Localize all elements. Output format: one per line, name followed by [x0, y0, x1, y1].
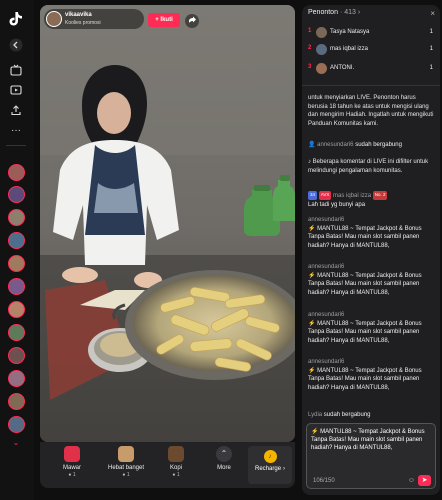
live-video[interactable]: vikaavika Koolies promosi + Ikuti — [40, 5, 295, 442]
chevron-right-icon: › — [357, 9, 361, 16]
coin-icon: ♪ — [263, 450, 277, 463]
chat-panel: Penonton · 413 › × 1 Tasya Natasya 1 2 m… — [302, 5, 440, 495]
coffee-icon — [168, 446, 184, 462]
followed-avatar[interactable] — [8, 416, 25, 433]
chat-input-text[interactable]: ⚡ MANTUL88 ~ Tempat Jackpot & Bonus Tanp… — [311, 428, 433, 452]
chat-username[interactable]: annesundari6 — [308, 264, 344, 270]
more-icon[interactable]: ··· — [8, 124, 24, 138]
join-message: 👤 annesundari6 sudah bergabung — [308, 142, 402, 148]
viewer-row[interactable]: 2 mas iqbal izza 1 — [308, 44, 433, 55]
followed-avatar[interactable] — [8, 347, 25, 364]
host-subtitle: Koolies promosi — [65, 20, 101, 26]
chat-message: annesundari6 ⚡ MANTUL88 ~ Tempat Jackpot… — [308, 359, 422, 391]
viewer-name: Tasya Natasya — [330, 29, 370, 35]
gift-bar: Mawar ● 1 Hebat banget ● 1 Kopi ● 1 ⌃ Mo… — [40, 442, 295, 488]
viewer-rank: 3 — [308, 64, 312, 70]
followed-avatar[interactable] — [8, 255, 25, 272]
chat-username[interactable]: annesundari6 — [317, 142, 353, 148]
host-name: vikaavika — [65, 12, 92, 18]
gift-hebat-banget[interactable]: Hebat banget ● 1 — [98, 446, 154, 486]
viewer-score: 1 — [429, 29, 433, 35]
viewers-title: Penonton — [308, 9, 338, 16]
chat-username[interactable]: mas iqbal izza — [333, 193, 371, 199]
gift-rose[interactable]: Mawar ● 1 — [44, 446, 100, 486]
teddy-icon — [118, 446, 134, 462]
viewer-name: ANTONI. — [330, 65, 355, 71]
followed-avatar[interactable] — [8, 232, 25, 249]
gift-label: More — [217, 465, 231, 471]
followed-avatar[interactable] — [8, 370, 25, 387]
char-counter: 106/150 — [313, 478, 335, 484]
gift-more[interactable]: ⌃ More — [196, 446, 252, 486]
close-icon[interactable]: × — [430, 9, 435, 18]
rank-badge: No. 2 — [372, 191, 388, 200]
gift-label: Hebat banget — [107, 465, 145, 471]
send-button[interactable]: ➤ — [418, 475, 431, 486]
chevron-down-icon[interactable]: ⌄ — [8, 436, 24, 450]
video-frame-image — [40, 5, 295, 442]
viewer-name: mas iqbal izza — [330, 46, 369, 52]
host-badge[interactable]: vikaavika Koolies promosi — [44, 9, 144, 29]
chevron-up-icon: ⌃ — [216, 446, 232, 462]
avatar — [316, 63, 327, 74]
chat-message: 34 AVX mas iqbal izza No. 2 Lah tadi yg … — [308, 191, 388, 208]
avatar — [316, 27, 327, 38]
followed-avatar[interactable] — [8, 324, 25, 341]
left-rail: ··· ⌄ — [0, 0, 34, 500]
followed-avatar[interactable] — [8, 164, 25, 181]
gift-price: ● 1 — [68, 472, 76, 478]
gift-label: Mawar — [62, 465, 81, 471]
chat-username[interactable]: Lydia — [308, 412, 322, 418]
chat-input[interactable]: ⚡ MANTUL88 ~ Tempat Jackpot & Bonus Tanp… — [306, 423, 436, 489]
system-message: ♪ Beberapa komentar di LIVE ini difilter… — [308, 159, 429, 174]
bolt-icon: ⚡ — [311, 429, 319, 435]
tiktok-logo-icon: ♪ — [308, 159, 311, 165]
chat-message: annesundari6 ⚡ MANTUL88 ~ Tempat Jackpot… — [308, 217, 422, 249]
emoji-icon[interactable]: ☺ — [408, 477, 415, 484]
bolt-icon: ⚡ — [308, 225, 316, 232]
host-avatar[interactable] — [46, 11, 62, 27]
upload-icon[interactable] — [8, 104, 24, 118]
followed-avatar[interactable] — [8, 278, 25, 295]
recharge-button[interactable]: ♪ Recharge › — [248, 446, 292, 484]
followed-avatar[interactable] — [8, 209, 25, 226]
viewer-row[interactable]: 1 Tasya Natasya 1 — [308, 27, 433, 38]
bolt-icon: ⚡ — [308, 367, 316, 374]
fan-badge: AVX — [318, 191, 332, 200]
viewer-rank: 1 — [308, 28, 312, 34]
chat-username[interactable]: annesundari6 — [308, 217, 344, 223]
tiktok-logo-icon[interactable] — [9, 11, 23, 26]
viewer-row[interactable]: 3 ANTONI. 1 — [308, 63, 433, 74]
chat-message: annesundari6 ⚡ MANTUL88 ~ Tempat Jackpot… — [308, 312, 422, 344]
share-icon[interactable] — [185, 14, 199, 28]
bolt-icon: ⚡ — [308, 272, 316, 279]
viewers-header[interactable]: Penonton · 413 › — [308, 9, 360, 16]
rose-icon — [64, 446, 80, 462]
follow-button[interactable]: + Ikuti — [148, 13, 180, 27]
join-message: Lydia sudah bergabung — [308, 412, 371, 418]
followed-avatar[interactable] — [8, 301, 25, 318]
chat-username[interactable]: annesundari6 — [308, 359, 344, 365]
video-icon[interactable] — [8, 84, 24, 98]
back-arrow-icon[interactable] — [8, 38, 24, 52]
divider — [302, 85, 440, 86]
viewer-rank: 2 — [308, 45, 312, 51]
viewer-count: · 413 — [339, 9, 356, 16]
level-badge: 34 — [308, 191, 318, 200]
gift-price: ● 1 — [122, 472, 130, 478]
user-icon: 👤 — [308, 142, 316, 148]
viewer-score: 1 — [429, 46, 433, 52]
viewer-score: 1 — [429, 65, 433, 71]
avatar — [316, 44, 327, 55]
followed-avatar[interactable] — [8, 393, 25, 410]
live-tv-icon[interactable] — [8, 64, 24, 78]
recharge-label: Recharge — [255, 466, 282, 472]
system-message: untuk menyiarkan LIVE. Penonton harus be… — [308, 95, 434, 127]
chat-message: annesundari6 ⚡ MANTUL88 ~ Tempat Jackpot… — [308, 264, 422, 296]
followed-avatar[interactable] — [8, 186, 25, 203]
recharge-chevron: › — [282, 466, 285, 472]
bolt-icon: ⚡ — [308, 320, 316, 327]
chat-username[interactable]: annesundari6 — [308, 312, 344, 318]
